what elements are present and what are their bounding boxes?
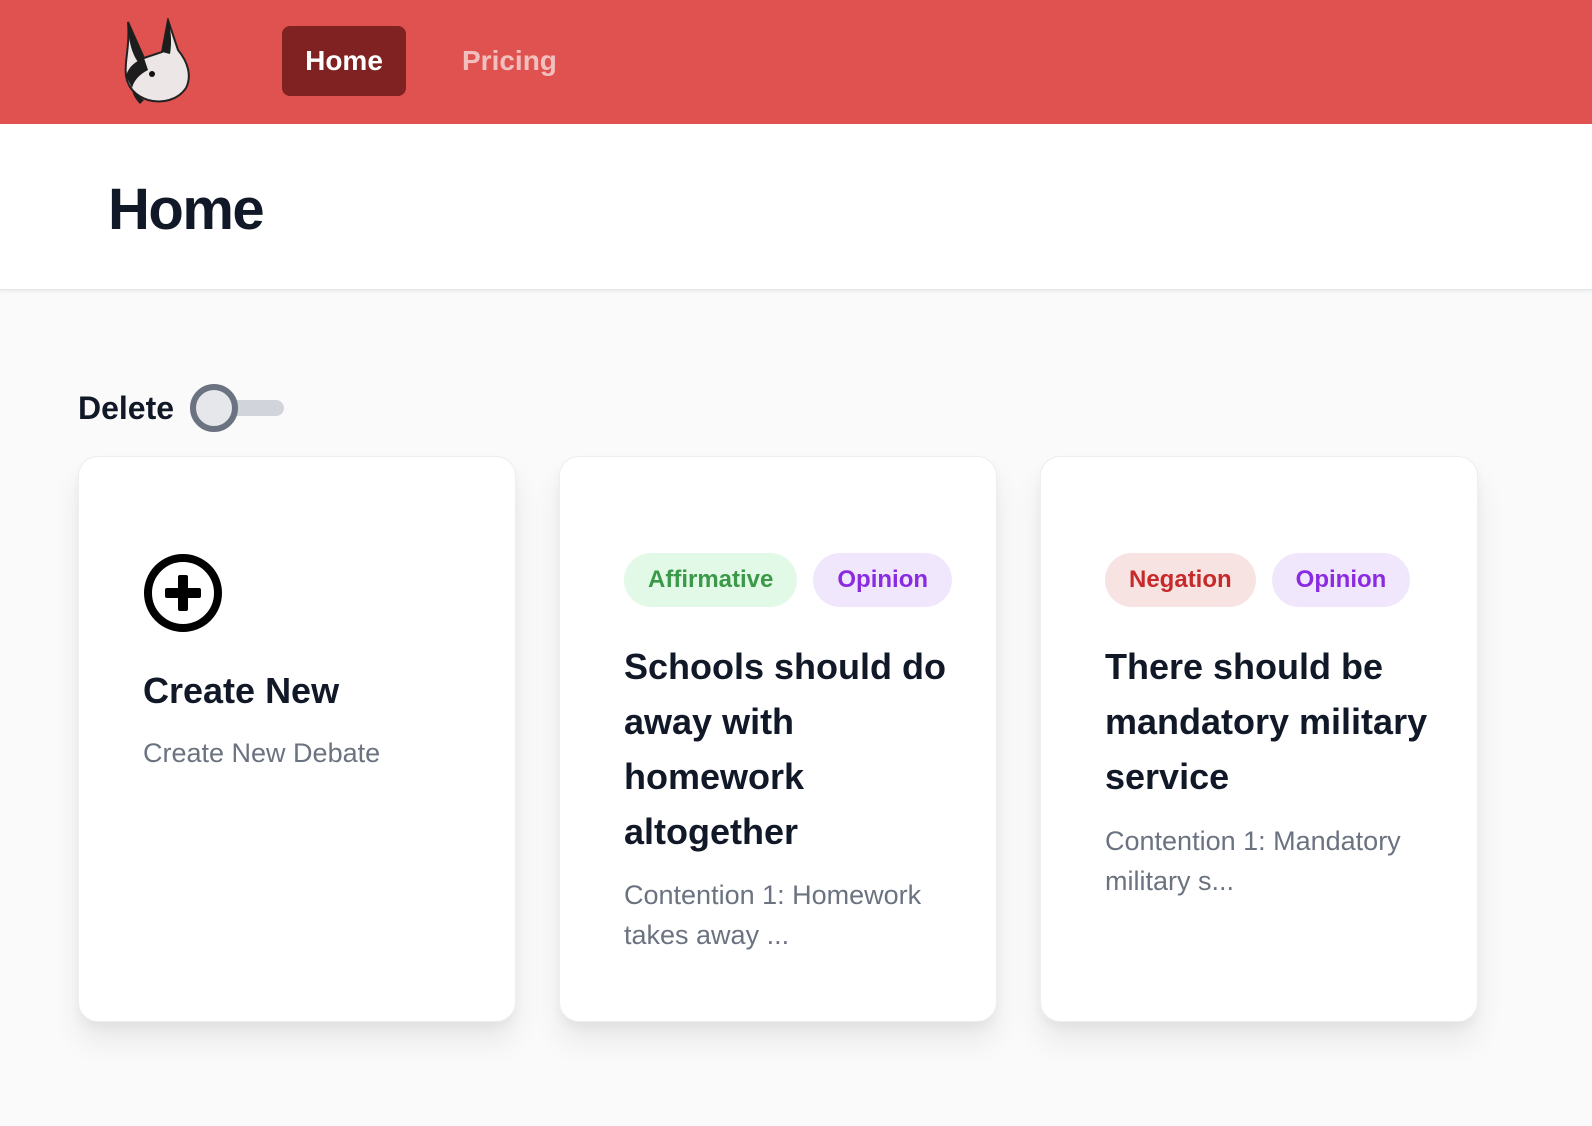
tag-list: Affirmative Opinion [624,553,953,607]
page-header: Home [0,124,1592,290]
tag-opinion: Opinion [1271,553,1411,607]
debate-card[interactable]: Negation Opinion There should be mandato… [1040,456,1478,1022]
create-new-card[interactable]: Create New Create New Debate [78,456,516,1022]
nav-home[interactable]: Home [282,26,406,96]
plus-circle-icon [144,554,222,632]
nav-pricing[interactable]: Pricing [438,26,581,96]
card-description: Contention 1: Homework takes away ... [624,880,922,950]
tag-affirmative: Affirmative [624,553,798,607]
tag-negation: Negation [1105,553,1256,607]
delete-toggle[interactable] [190,384,286,432]
card-title: There should be mandatory military servi… [1105,646,1428,797]
tag-opinion: Opinion [813,553,953,607]
toggle-knob [190,384,238,432]
card-description: Contention 1: Mandatory military s... [1105,826,1401,896]
delete-label: Delete [78,390,175,426]
card-title: Schools should do away with homework alt… [624,646,946,852]
card-title: Create New [143,670,340,711]
card-description: Create New Debate [143,738,381,768]
fox-logo-icon[interactable] [118,18,194,108]
debate-card[interactable]: Affirmative Opinion Schools should do aw… [559,456,997,1022]
page-title: Home [108,177,265,242]
navbar: Home Pricing [0,0,1592,124]
tag-list: Negation Opinion [1105,553,1411,607]
